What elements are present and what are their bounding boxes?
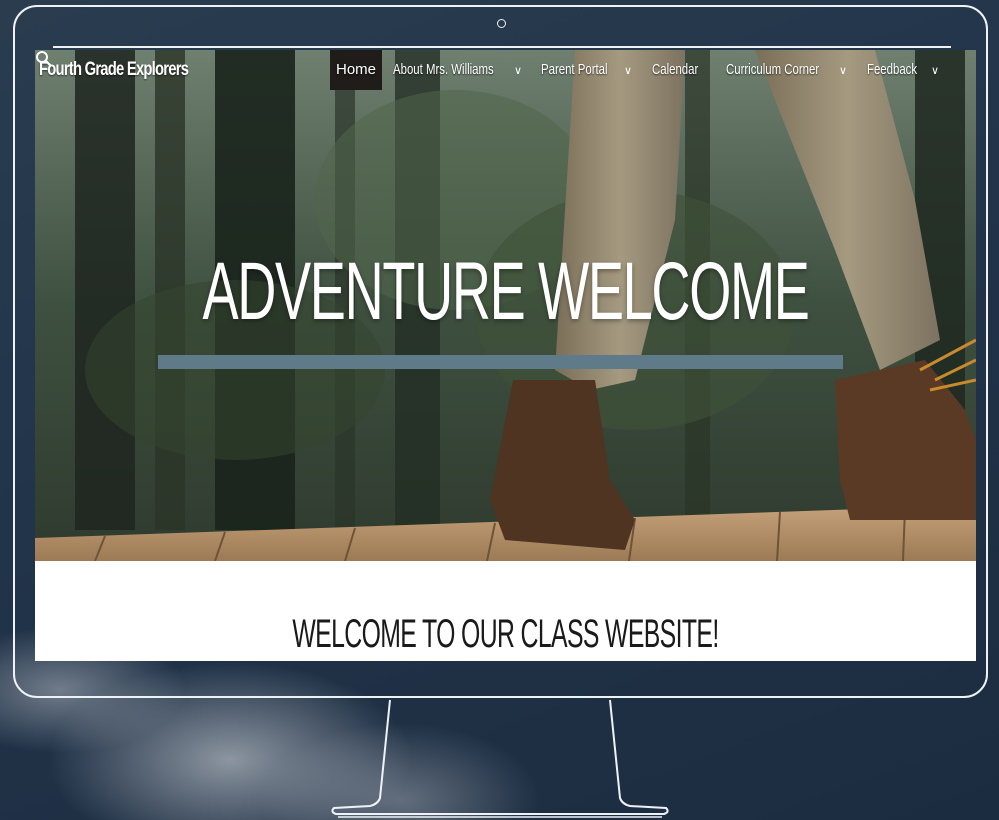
site-title[interactable]: Fourth Grade Explorers <box>39 59 189 81</box>
chevron-down-icon[interactable]: ∨ <box>839 50 847 92</box>
search-icon[interactable] <box>35 50 53 68</box>
nav-item-home[interactable]: Home <box>330 50 383 90</box>
nav-item-about[interactable]: About Mrs. Williams <box>393 50 494 90</box>
chevron-down-icon[interactable]: ∨ <box>514 50 522 92</box>
hero-title: ADVENTURE WELCOME <box>202 246 809 337</box>
camera-icon <box>497 19 506 28</box>
chevron-down-icon[interactable]: ∨ <box>624 50 632 92</box>
hero-banner: Fourth Grade Explorers Home About Mrs. W… <box>35 50 976 561</box>
monitor-top-line <box>53 46 951 48</box>
nav-item-parent-portal[interactable]: Parent Portal <box>541 50 608 90</box>
nav-item-feedback[interactable]: Feedback <box>867 50 917 90</box>
monitor-stand <box>331 699 669 818</box>
nav-item-curriculum-corner[interactable]: Curriculum Corner <box>726 50 819 90</box>
hero-accent-bar <box>158 355 843 369</box>
browser-screen: Fourth Grade Explorers Home About Mrs. W… <box>35 50 976 661</box>
top-navigation: Fourth Grade Explorers Home About Mrs. W… <box>35 50 976 90</box>
nav-item-calendar[interactable]: Calendar <box>652 50 698 90</box>
welcome-heading: WELCOME TO OUR CLASS WEBSITE! <box>292 612 719 656</box>
chevron-down-icon[interactable]: ∨ <box>931 50 939 92</box>
